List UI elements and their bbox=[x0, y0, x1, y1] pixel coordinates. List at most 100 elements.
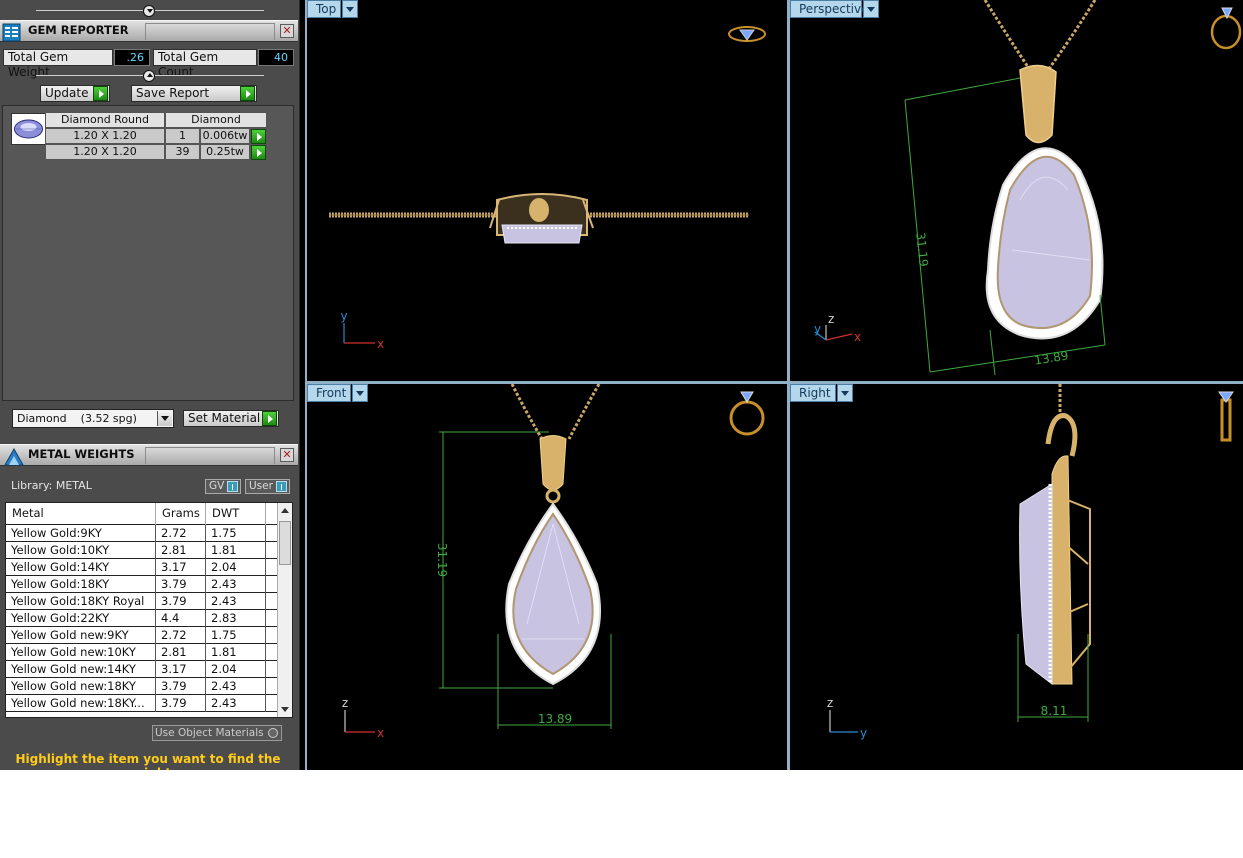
chevron-down-icon[interactable] bbox=[837, 384, 853, 402]
close-icon[interactable]: ✕ bbox=[280, 24, 294, 38]
gem-reporter-title: GEM REPORTER bbox=[28, 23, 129, 37]
table-row[interactable]: Yellow Gold:18KY Royal 3.79 2.43 bbox=[6, 593, 278, 610]
cell-metal: Yellow Gold new:18KY bbox=[6, 678, 156, 695]
cell-grams: 2.72 bbox=[156, 627, 206, 644]
set-material-button[interactable]: Set Material bbox=[183, 410, 279, 427]
update-button[interactable]: Update bbox=[40, 85, 110, 102]
viewport-tab-right[interactable]: Right bbox=[790, 384, 853, 402]
cell-grams: 3.79 bbox=[156, 678, 206, 695]
scroll-thumb[interactable] bbox=[279, 521, 291, 565]
header-divider bbox=[145, 23, 275, 40]
scroll-up-icon[interactable] bbox=[281, 508, 289, 513]
scroll-down-icon[interactable] bbox=[281, 707, 289, 712]
user-toggle[interactable]: User bbox=[245, 479, 290, 494]
panel-splitter-gem[interactable] bbox=[0, 69, 299, 83]
gem-material-select[interactable]: Diamond (3.52 spg) bbox=[12, 409, 174, 428]
round-diamond-thumbnail[interactable] bbox=[11, 113, 46, 145]
chevron-down-icon[interactable] bbox=[342, 0, 358, 18]
cell-metal: Yellow Gold:14KY bbox=[6, 559, 156, 576]
cell-grams: 3.79 bbox=[156, 576, 206, 593]
viewport-perspective[interactable]: 31.19 13.89 z x y Perspective bbox=[790, 0, 1243, 381]
table-row[interactable]: Yellow Gold new:10KY 2.81 1.81 bbox=[6, 644, 278, 661]
gem-list: Diamond Round Diamond 1.20 X 1.20 1 0.00… bbox=[2, 105, 294, 401]
gem-header-shape: Diamond Round bbox=[45, 112, 165, 128]
gem-row-2-size[interactable]: 1.20 X 1.20 bbox=[45, 144, 165, 160]
cell-dwt: 1.75 bbox=[206, 627, 266, 644]
axis-y-label: y bbox=[860, 726, 867, 740]
splitter-knob-icon[interactable] bbox=[143, 70, 155, 82]
front-view-canvas: 31.19 13.89 z x bbox=[342, 384, 765, 740]
viewport-tab-perspective[interactable]: Perspective bbox=[790, 0, 879, 18]
use-object-materials-label: Use Object Materials bbox=[155, 727, 264, 739]
left-panel: GEM REPORTER ✕ Total Gem Weight .26 Tota… bbox=[0, 0, 300, 770]
cell-metal: Yellow Gold new:18KY... bbox=[6, 695, 156, 712]
table-scrollbar[interactable] bbox=[277, 503, 292, 717]
table-row[interactable]: Yellow Gold new:9KY 2.72 1.75 bbox=[6, 627, 278, 644]
play-icon[interactable] bbox=[262, 411, 277, 426]
viewport-right[interactable]: 8.11 z y Right bbox=[790, 384, 1243, 770]
play-icon[interactable] bbox=[93, 86, 108, 101]
dimension-height-label: 31.19 bbox=[435, 543, 449, 577]
save-report-button[interactable]: Save Report bbox=[131, 85, 257, 102]
gem-row-2-weight[interactable]: 0.25tw bbox=[200, 144, 250, 160]
viewport-front[interactable]: 31.19 13.89 z x Front bbox=[307, 384, 787, 770]
gem-row-1-weight[interactable]: 0.006tw bbox=[200, 128, 250, 144]
select-row-icon[interactable] bbox=[251, 129, 266, 144]
viewport-tab-label: Right bbox=[799, 386, 831, 400]
gem-material-value: Diamond (3.52 spg) bbox=[17, 412, 137, 425]
viewport-top[interactable]: y x Top bbox=[307, 0, 787, 381]
axis-x-label: x bbox=[854, 330, 861, 344]
use-object-materials-toggle[interactable]: Use Object Materials bbox=[152, 725, 282, 741]
table-row[interactable]: Yellow Gold:18KY 3.79 2.43 bbox=[6, 576, 278, 593]
table-row[interactable]: Yellow Gold new:18KY... 3.79 2.43 bbox=[6, 695, 278, 712]
column-header-grams[interactable]: Grams bbox=[156, 503, 206, 525]
ring-icon bbox=[729, 391, 765, 436]
cell-metal: Yellow Gold:22KY bbox=[6, 610, 156, 627]
viewport-tab-front[interactable]: Front bbox=[307, 384, 368, 402]
ring-icon bbox=[1218, 391, 1234, 442]
table-row[interactable]: Yellow Gold new:14KY 3.17 2.04 bbox=[6, 661, 278, 678]
cell-grams: 2.72 bbox=[156, 525, 206, 542]
table-row[interactable]: Yellow Gold:9KY 2.72 1.75 bbox=[6, 525, 278, 542]
cell-grams: 3.79 bbox=[156, 695, 206, 712]
hint-text: Highlight the item you want to find the … bbox=[15, 752, 281, 770]
right-view-canvas: 8.11 z y bbox=[827, 384, 1234, 740]
toggle-indicator-icon bbox=[276, 481, 287, 492]
radio-icon[interactable] bbox=[268, 728, 278, 738]
cell-dwt: 2.43 bbox=[206, 576, 266, 593]
chevron-down-icon[interactable] bbox=[863, 0, 879, 18]
chevron-down-icon[interactable] bbox=[157, 411, 172, 426]
gem-reporter-icon bbox=[2, 23, 21, 42]
column-header-dwt[interactable]: DWT bbox=[206, 503, 266, 525]
select-row-icon[interactable] bbox=[251, 145, 266, 160]
gem-row-2-qty[interactable]: 39 bbox=[165, 144, 200, 160]
table-row[interactable]: Yellow Gold:22KY 4.4 2.83 bbox=[6, 610, 278, 627]
play-icon[interactable] bbox=[240, 86, 255, 101]
gem-row-1-qty[interactable]: 1 bbox=[165, 128, 200, 144]
cell-dwt: 2.04 bbox=[206, 661, 266, 678]
chevron-down-icon[interactable] bbox=[352, 384, 368, 402]
panel-splitter-top[interactable] bbox=[0, 4, 299, 18]
axis-x-label: x bbox=[377, 726, 384, 740]
metal-weights-icon bbox=[4, 447, 24, 466]
table-row[interactable]: Yellow Gold:10KY 2.81 1.81 bbox=[6, 542, 278, 559]
ring-icon bbox=[1210, 7, 1242, 50]
round-diamond-icon bbox=[14, 119, 43, 139]
metal-weights-table: Metal Grams DWT Yellow Gold:9KY 2.72 1.75 Y… bbox=[5, 502, 293, 718]
splitter-knob-icon[interactable] bbox=[143, 5, 155, 17]
table-row[interactable]: Yellow Gold:14KY 3.17 2.04 bbox=[6, 559, 278, 576]
viewport-tab-label: Perspective bbox=[799, 2, 869, 16]
cell-grams: 2.81 bbox=[156, 542, 206, 559]
close-icon[interactable]: ✕ bbox=[280, 448, 294, 462]
cell-metal: Yellow Gold new:9KY bbox=[6, 627, 156, 644]
gv-toggle[interactable]: GV bbox=[205, 479, 241, 494]
axis-x-label: x bbox=[377, 337, 384, 351]
dimension-height-label: 31.19 bbox=[913, 232, 931, 268]
toggle-indicator-icon bbox=[227, 481, 238, 492]
viewport-tab-top[interactable]: Top bbox=[307, 0, 358, 18]
user-toggle-label: User bbox=[249, 480, 273, 492]
gem-row-1-size[interactable]: 1.20 X 1.20 bbox=[45, 128, 165, 144]
cell-grams: 2.81 bbox=[156, 644, 206, 661]
table-row[interactable]: Yellow Gold new:18KY 3.79 2.43 bbox=[6, 678, 278, 695]
column-header-metal[interactable]: Metal bbox=[6, 503, 156, 525]
